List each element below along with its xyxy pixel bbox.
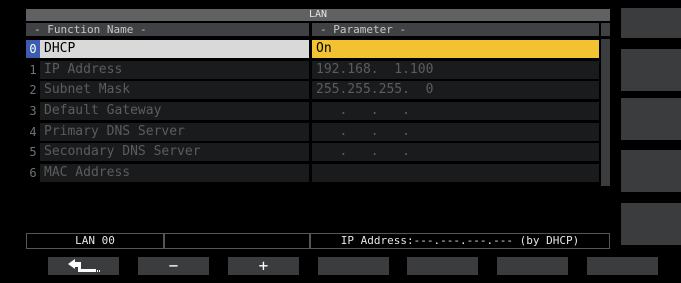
- right-softkey-1[interactable]: [621, 8, 681, 38]
- status-lan-channel: LAN 00: [26, 233, 164, 249]
- column-header-parameter: - Parameter -: [312, 23, 599, 36]
- column-header-function-name: - Function Name -: [26, 23, 309, 36]
- row-function-name: Default Gateway: [40, 102, 309, 121]
- row-function-name: Subnet Mask: [40, 81, 309, 100]
- row-parameter-value[interactable]: 192.168. 1.100: [312, 60, 599, 79]
- scrollbar-header: [601, 23, 610, 36]
- list-row-mac-address[interactable]: 6 MAC Address: [26, 163, 610, 184]
- row-function-name: Secondary DNS Server: [40, 143, 309, 162]
- minus-button[interactable]: −: [138, 257, 209, 275]
- function-list: 0 DHCP On 1 IP Address 192.168. 1.100 2 …: [26, 39, 610, 184]
- list-row-primary-dns[interactable]: 4 Primary DNS Server . . .: [26, 122, 610, 143]
- softkey-4[interactable]: [318, 257, 389, 275]
- row-number: 1: [29, 62, 37, 77]
- row-number: 3: [29, 104, 37, 119]
- right-softkey-4[interactable]: [621, 150, 681, 192]
- right-softkey-3[interactable]: [621, 98, 681, 140]
- status-ip-address: IP Address:---.---.---.--- (by DHCP): [310, 233, 610, 249]
- softkey-5[interactable]: [407, 257, 478, 275]
- plus-button[interactable]: +: [228, 257, 299, 275]
- softkey-6[interactable]: [497, 257, 568, 275]
- row-function-name: MAC Address: [40, 164, 309, 183]
- row-number: 2: [29, 83, 37, 98]
- back-button[interactable]: [48, 257, 119, 275]
- softkey-7[interactable]: [587, 257, 658, 275]
- lan-menu-panel: LAN - Function Name - - Parameter - 0 DH…: [26, 9, 610, 250]
- row-parameter-value[interactable]: On: [312, 40, 599, 58]
- row-parameter-value[interactable]: . . .: [312, 143, 599, 162]
- list-row-ip-address[interactable]: 1 IP Address 192.168. 1.100: [26, 60, 610, 81]
- row-number: 5: [29, 145, 37, 160]
- row-parameter-value[interactable]: 255.255.255. 0: [312, 81, 599, 100]
- minus-icon: −: [168, 256, 179, 275]
- list-row-dhcp[interactable]: 0 DHCP On: [26, 39, 610, 60]
- list-row-subnet-mask[interactable]: 2 Subnet Mask 255.255.255. 0: [26, 80, 610, 101]
- lan-settings-screen: LAN - Function Name - - Parameter - 0 DH…: [0, 0, 681, 283]
- row-parameter-value: [312, 164, 599, 183]
- row-parameter-value[interactable]: . . .: [312, 102, 599, 121]
- panel-title: LAN: [26, 9, 610, 21]
- row-function-name: Primary DNS Server: [40, 122, 309, 141]
- list-scrollbar[interactable]: [601, 39, 610, 186]
- row-function-name: DHCP: [40, 40, 309, 58]
- list-row-secondary-dns[interactable]: 5 Secondary DNS Server . . .: [26, 142, 610, 163]
- row-parameter-value[interactable]: . . .: [312, 122, 599, 141]
- right-softkey-5[interactable]: [621, 203, 681, 245]
- right-softkey-2[interactable]: [621, 49, 681, 91]
- status-middle: [164, 233, 310, 249]
- row-number: 4: [29, 124, 37, 139]
- row-function-name: IP Address: [40, 60, 309, 79]
- row-number: 6: [29, 166, 37, 181]
- row-number: 0: [26, 40, 40, 58]
- list-row-default-gateway[interactable]: 3 Default Gateway . . .: [26, 101, 610, 122]
- plus-icon: +: [258, 256, 269, 275]
